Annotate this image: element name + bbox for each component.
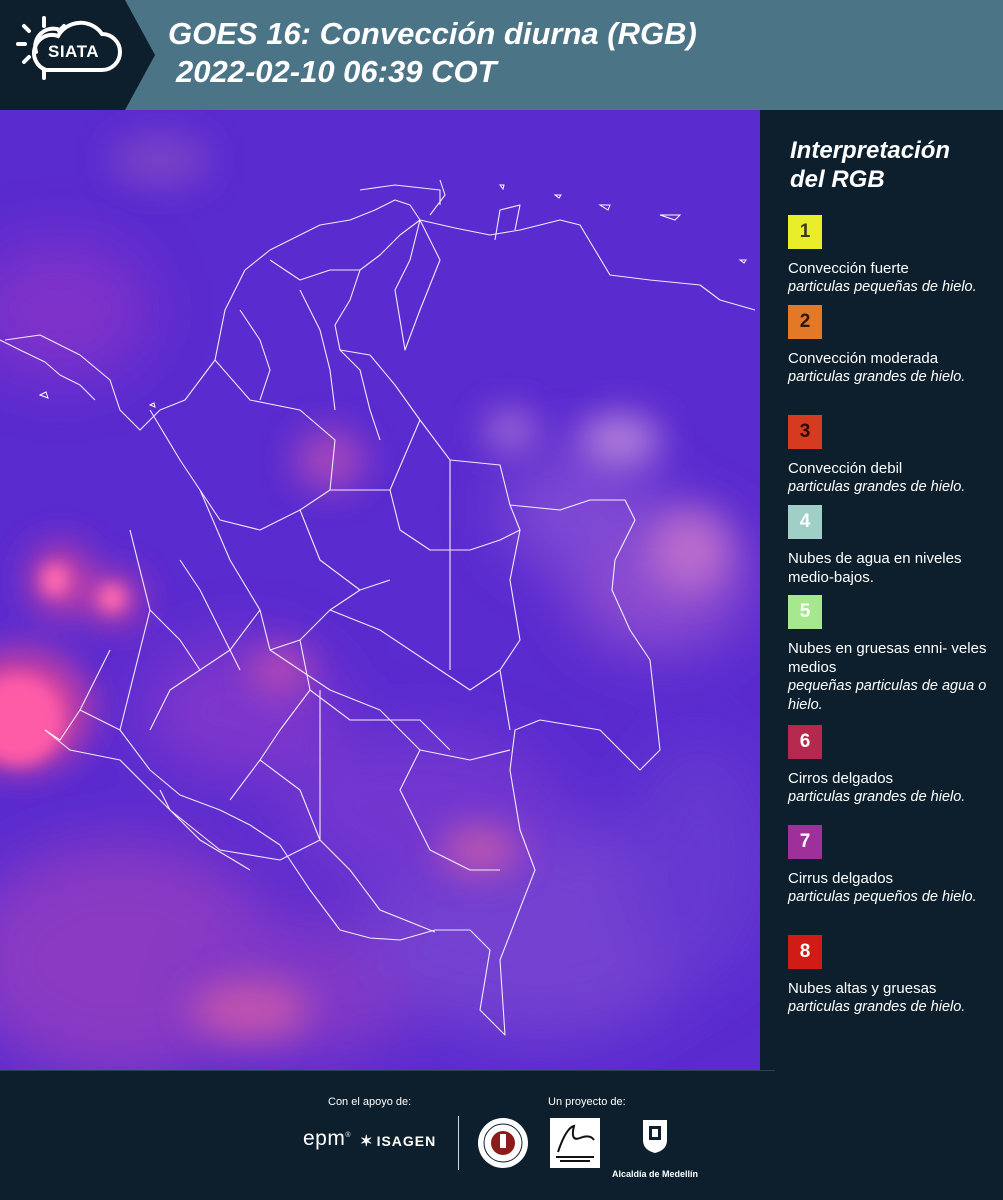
legend-item-description: particulas grandes de hielo. — [788, 789, 966, 805]
alcaldia-shield-icon — [643, 1120, 667, 1153]
legend-color-swatch: 1 — [788, 215, 822, 249]
legend-item-description: particulas grandes de hielo. — [788, 999, 966, 1015]
isagen-logo-text: ISAGEN — [376, 1133, 437, 1149]
legend-panel: Interpretación del RGB 1 Convección fuert… — [760, 110, 1003, 1070]
siata-logo-text: SIATA — [48, 42, 99, 61]
legend-item-description: pequeñas particulas de agua o hielo. — [788, 678, 987, 713]
isagen-logo: ✶ ISAGEN — [360, 1132, 436, 1150]
footer: Con el apoyo de: Un proyecto de: epm® ✶ I… — [0, 1070, 1003, 1200]
legend-item-name: Cirros delgados — [788, 770, 894, 787]
legend-item: 5 Nubes en gruesas enni- veles medios pequ… — [788, 595, 998, 715]
legend-item-name: Convección moderada — [788, 350, 939, 367]
legend-item-description: particulas pequeñas de hielo. — [788, 279, 977, 295]
amva-logo — [550, 1118, 600, 1168]
legend-color-swatch: 5 — [788, 595, 822, 629]
siata-logo: SIATA — [0, 0, 155, 110]
title-line-1: GOES 16: Convección diurna (RGB) — [168, 16, 697, 51]
legend-item: 6 Cirros delgados particulas grandes de hi… — [788, 725, 998, 807]
legend-item-name: Nubes de agua en niveles medio-bajos. — [788, 550, 962, 586]
legend-item: 3 Convección debil particulas grandes de h… — [788, 415, 998, 497]
legend-title: Interpretación del RGB — [790, 137, 951, 193]
legend-item: 4 Nubes de agua en niveles medio-bajos. — [788, 505, 998, 587]
legend-color-swatch: 7 — [788, 825, 822, 859]
header: SIATA GOES 16: Convección diurna (RGB) 2… — [0, 0, 1003, 110]
footer-divider — [0, 1070, 775, 1071]
support-label: Con el apoyo de: — [328, 1096, 412, 1108]
legend-item-name: Nubes altas y gruesas — [788, 980, 937, 997]
project-label: Un proyecto de: — [548, 1096, 626, 1108]
legend-item-description: particulas grandes de hielo. — [788, 369, 966, 385]
epm-logo: epm® — [303, 1127, 352, 1150]
satellite-rgb-image — [0, 110, 760, 1070]
legend-color-swatch: 4 — [788, 505, 822, 539]
legend-item-name: Convección fuerte — [788, 260, 909, 277]
alcaldia-label: Alcaldía de Medellín — [612, 1169, 699, 1179]
legend-item: 2 Convección moderada particulas grandes d… — [788, 305, 998, 387]
footer-separator — [458, 1116, 459, 1170]
legend-item-description: particulas grandes de hielo. — [788, 479, 966, 495]
legend-color-swatch: 2 — [788, 305, 822, 339]
isagen-mark-icon: ✶ — [360, 1133, 374, 1150]
medellin-seal-icon — [478, 1118, 528, 1168]
legend-color-swatch: 3 — [788, 415, 822, 449]
legend-item: 8 Nubes altas y gruesas particulas grandes… — [788, 935, 998, 1017]
legend-color-swatch: 8 — [788, 935, 822, 969]
page-title: GOES 16: Convección diurna (RGB) 2022-02… — [168, 15, 968, 91]
area-metropolitana-icon — [556, 1124, 595, 1162]
legend-item-description: particulas pequeños de hielo. — [788, 889, 977, 905]
legend-item-name: Nubes en gruesas enni- veles medios — [788, 640, 987, 676]
satellite-map[interactable] — [0, 110, 760, 1070]
legend-item: 1 Convección fuerte particulas pequeñas de… — [788, 215, 998, 297]
legend-item-name: Cirrus delgados — [788, 870, 894, 887]
legend-item-name: Convección debil — [788, 460, 903, 477]
epm-logo-text: epm — [303, 1127, 346, 1150]
legend-item: 7 Cirrus delgados particulas pequeños de h… — [788, 825, 998, 907]
legend-color-swatch: 6 — [788, 725, 822, 759]
title-line-2: 2022-02-10 06:39 COT — [176, 54, 497, 89]
